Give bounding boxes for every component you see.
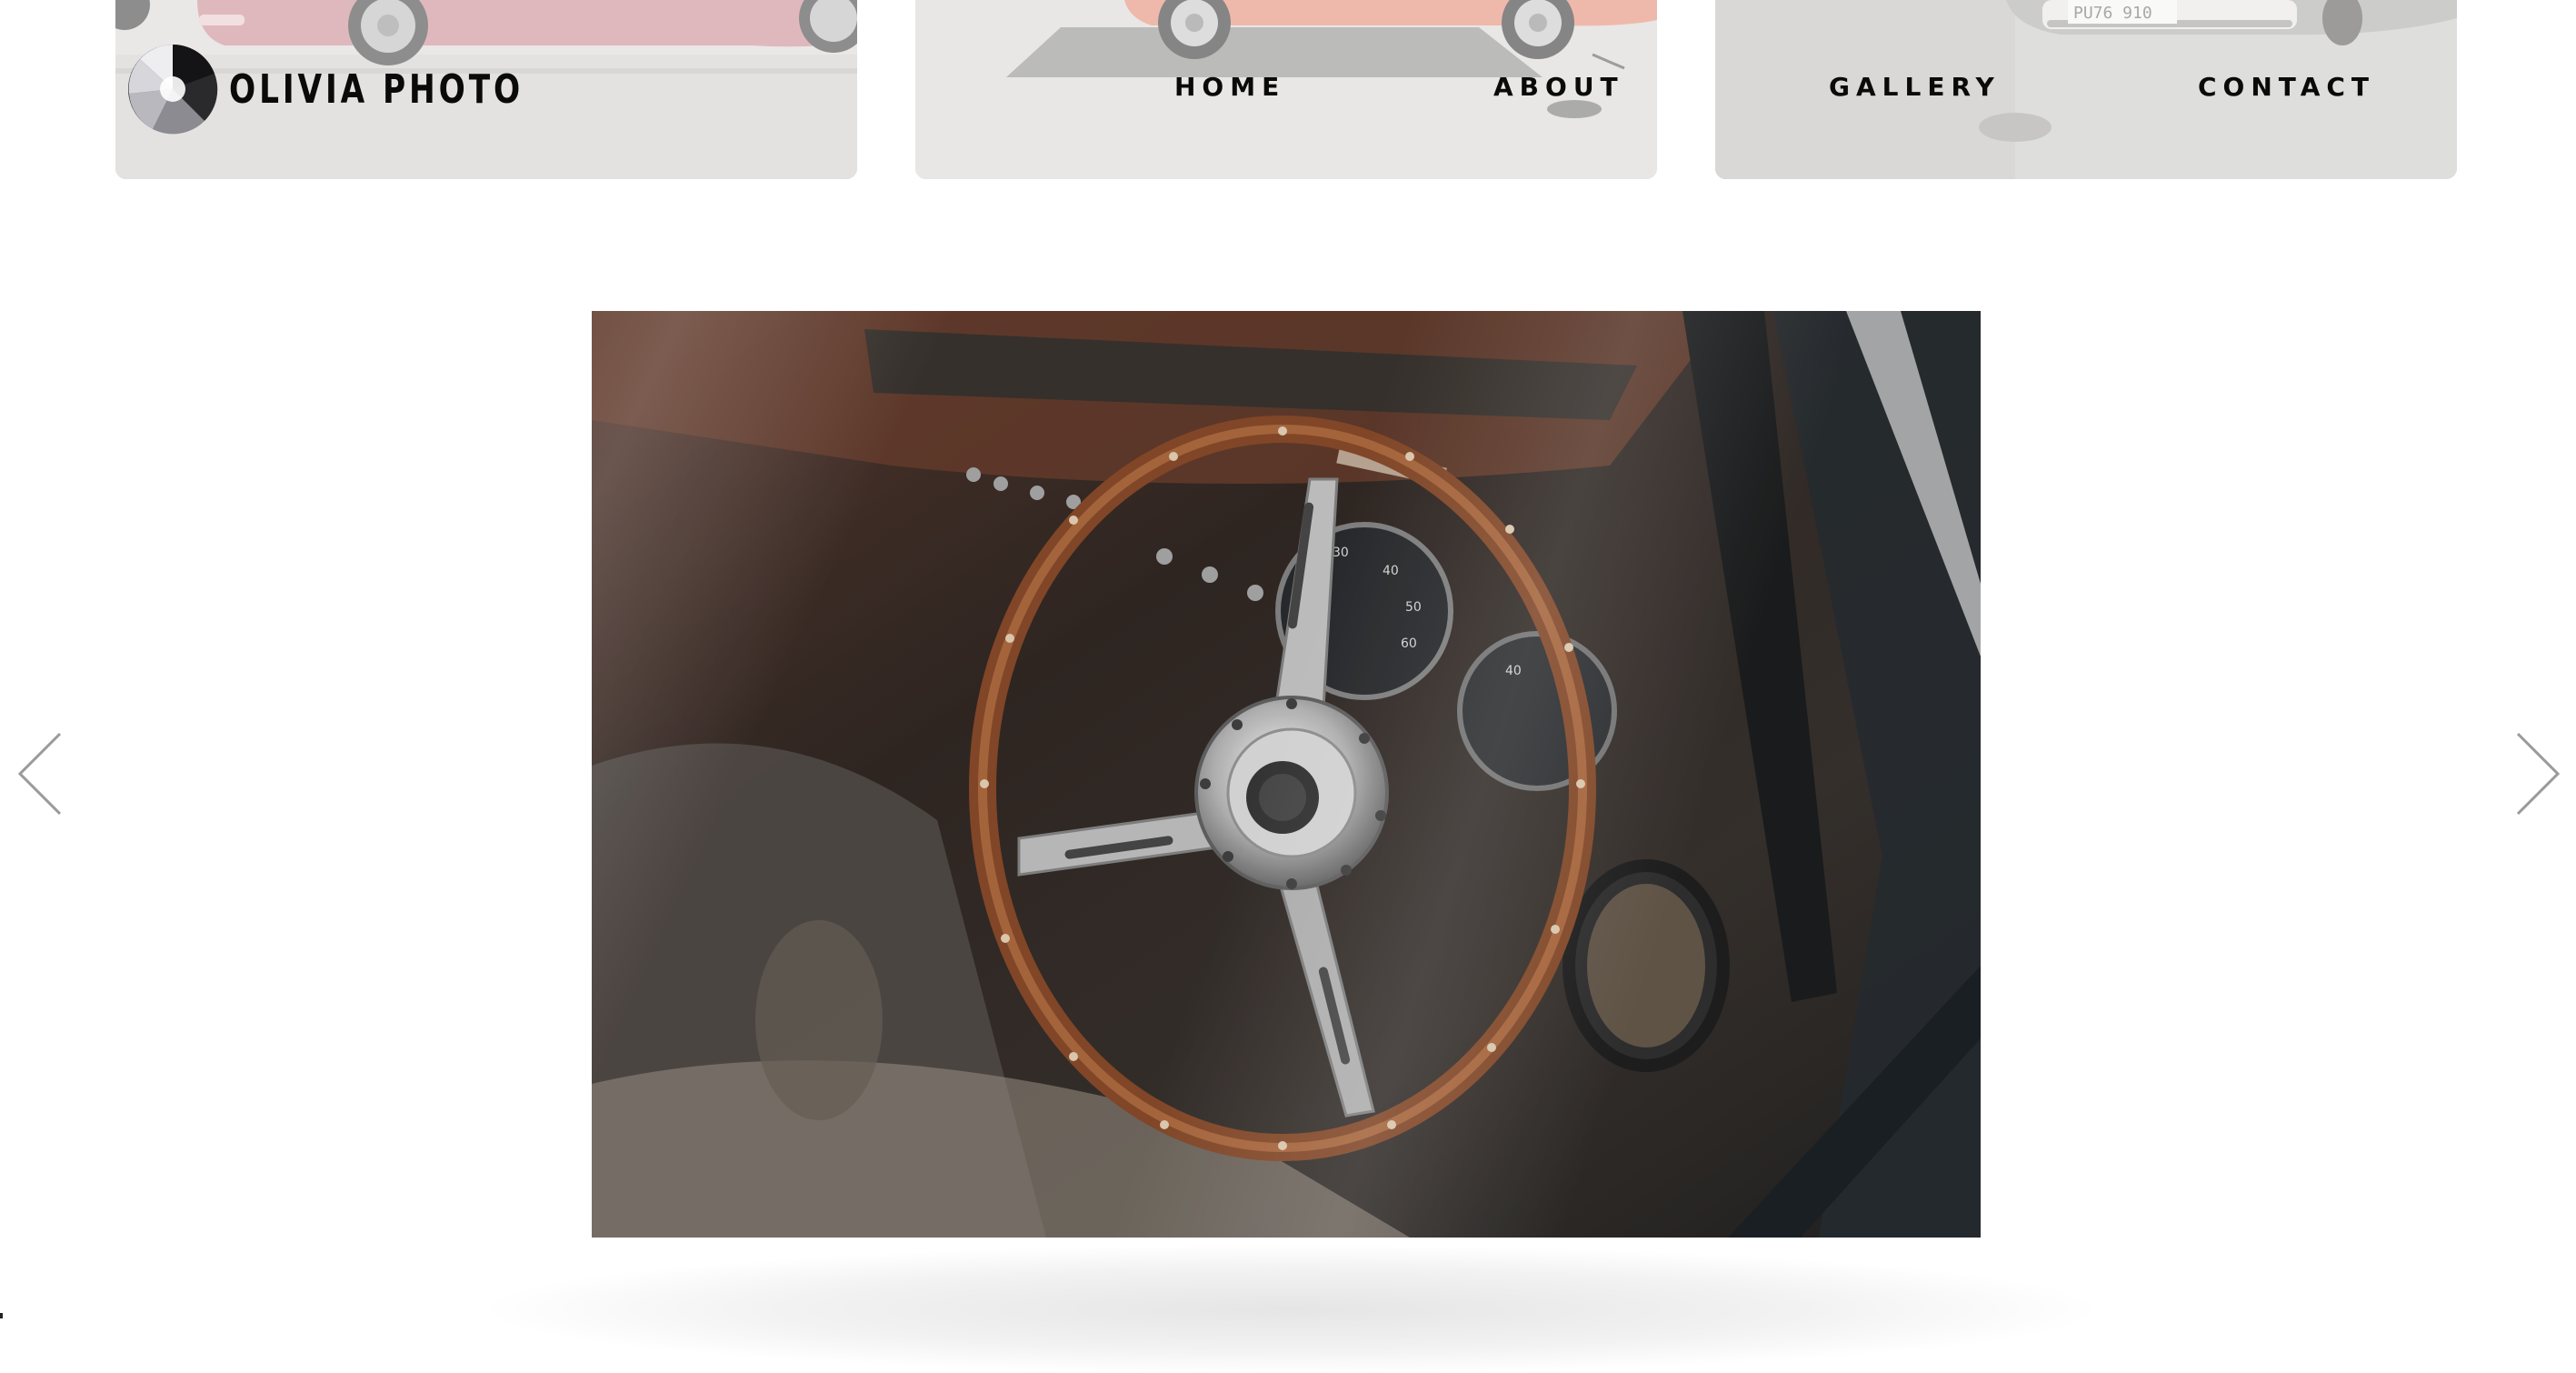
nav-link-contact[interactable]: CONTACT bbox=[2198, 69, 2375, 105]
camera-shutter-icon bbox=[128, 44, 218, 135]
chevron-left-icon bbox=[17, 732, 62, 816]
slideshow-next-button[interactable] bbox=[2509, 730, 2563, 817]
nav-link-home[interactable]: HOME bbox=[1174, 69, 1285, 105]
edge-artifact bbox=[0, 1313, 3, 1318]
nav-link-gallery[interactable]: GALLERY bbox=[1829, 69, 2001, 105]
site-logo[interactable]: OLIVIA PHOTO bbox=[127, 44, 607, 135]
slide-shadow bbox=[491, 1246, 2091, 1373]
nav-link-about[interactable]: ABOUT bbox=[1493, 69, 1624, 105]
logo-text: OLIVIA PHOTO bbox=[229, 65, 524, 113]
slideshow-image: 3040 5060 4080 bbox=[592, 311, 1981, 1238]
slideshow-prev-button[interactable] bbox=[15, 730, 69, 817]
chevron-right-icon bbox=[2516, 732, 2561, 816]
